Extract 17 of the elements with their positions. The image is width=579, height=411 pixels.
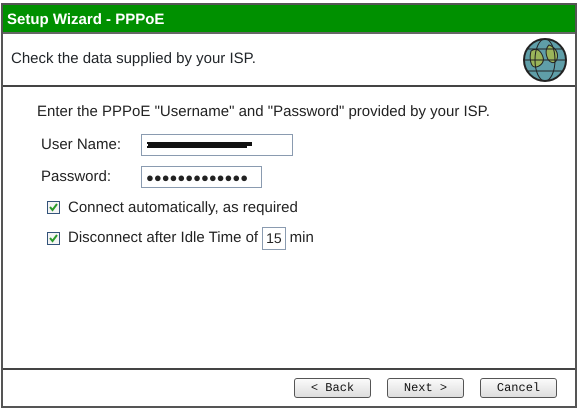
wizard-button[interactable]: < Back xyxy=(294,378,371,398)
wizard-button[interactable]: Cancel xyxy=(480,378,557,398)
window-title: Setup Wizard - PPPoE xyxy=(3,5,575,34)
username-field[interactable] xyxy=(141,134,293,156)
unit-label: min xyxy=(290,228,314,248)
field-label: User Name: xyxy=(40,134,122,154)
instruction-text: Enter the PPPoE "Username" and "Password" provided by your ISP. xyxy=(37,102,491,122)
field-label: Password: xyxy=(40,167,112,187)
checkbox-label: Connect automatically, as required xyxy=(68,198,298,218)
checkbox-label: Disconnect after Idle Time of xyxy=(68,228,258,248)
checkbox[interactable] xyxy=(47,201,60,214)
header-text: Check the data supplied by your ISP. xyxy=(11,49,256,70)
checkbox[interactable] xyxy=(47,232,60,245)
idle-time-field[interactable]: 15 xyxy=(262,227,286,250)
globe-icon xyxy=(521,36,569,82)
password-field[interactable]: ●●●●●●●●●●●●● xyxy=(141,166,262,188)
wizard-button[interactable]: Next > xyxy=(387,378,464,398)
